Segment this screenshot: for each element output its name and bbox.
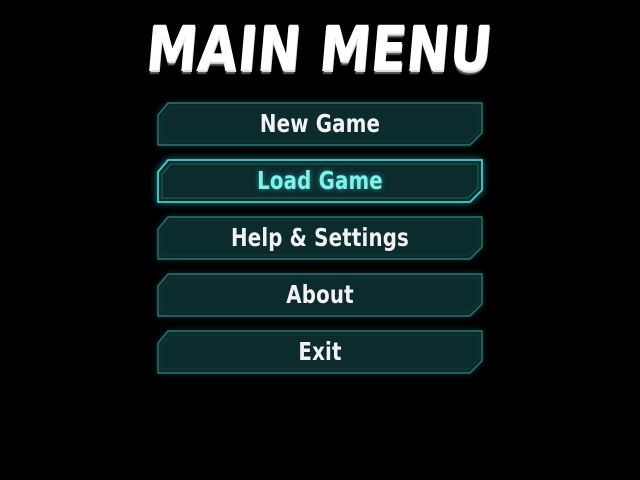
exit-label: Exit [298, 337, 342, 366]
new-game-label: New Game [259, 109, 381, 138]
help-settings-label: Help & Settings [230, 223, 410, 252]
load-game-button[interactable]: Load Game [157, 159, 483, 203]
about-label: About [286, 280, 354, 309]
main-menu-title: MAIN MENU [144, 12, 497, 85]
help-settings-button[interactable]: Help & Settings [157, 216, 483, 260]
exit-button[interactable]: Exit [157, 330, 483, 374]
main-menu: New Game Load Game Help & Settings About [157, 102, 483, 388]
about-button[interactable]: About [157, 273, 483, 317]
game-screen: MAIN MENU New Game Load Game Help & Sett… [0, 0, 640, 480]
load-game-label: Load Game [257, 166, 383, 195]
new-game-button[interactable]: New Game [157, 102, 483, 146]
